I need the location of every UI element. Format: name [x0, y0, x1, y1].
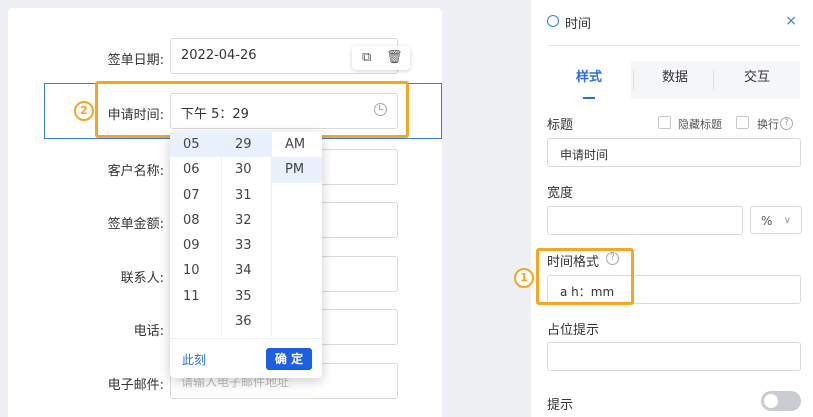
minute-column: 29 30 31 32 33 34 35 36	[221, 132, 271, 336]
help-icon[interactable]: ?	[780, 117, 793, 130]
component-toolbar: ⧉ 🗑	[352, 46, 410, 70]
hour-option[interactable]: 11	[170, 284, 221, 309]
contact-label: 联系人:	[120, 271, 164, 286]
minute-option[interactable]: 30	[222, 157, 271, 182]
now-button[interactable]: 此刻	[182, 351, 206, 368]
placeholder-label: 占位提示	[547, 323, 600, 338]
meridiem-option[interactable]: AM	[272, 132, 322, 157]
tab-divider	[713, 71, 714, 89]
tab-style[interactable]: 样式	[547, 61, 631, 99]
close-icon[interactable]: ×	[785, 13, 797, 29]
minute-option[interactable]: 34	[222, 258, 271, 283]
sign-date-value: 2022-04-26	[181, 48, 257, 63]
panel-tabs: 样式 数据 交互	[547, 61, 800, 99]
tab-data[interactable]: 数据	[633, 61, 717, 99]
clock-icon	[547, 15, 559, 27]
badge-two: 2	[74, 101, 94, 121]
minute-option[interactable]: 31	[222, 183, 271, 208]
title-label: 标题	[547, 118, 574, 133]
wrap-checkbox[interactable]	[736, 116, 749, 129]
title-input-value: 申请时间	[560, 148, 609, 162]
hide-title-label: 隐藏标题	[678, 118, 722, 131]
width-label: 宽度	[547, 186, 574, 201]
toggle-knob	[764, 394, 778, 408]
width-input[interactable]	[547, 206, 743, 235]
delete-icon[interactable]: 🗑	[386, 50, 403, 65]
chevron-down-icon: ∨	[783, 215, 791, 226]
hour-option[interactable]: 05	[170, 132, 221, 158]
minute-option[interactable]: 36	[222, 309, 271, 334]
badge-one: 1	[514, 268, 534, 288]
copy-icon[interactable]: ⧉	[362, 50, 371, 65]
placeholder-input[interactable]	[547, 342, 801, 371]
minute-option[interactable]: 29	[222, 132, 271, 158]
properties-panel: 时间 × 样式 数据 交互 标题 隐藏标题 换行 ? 申请时间 宽度 % ∨ 时…	[531, 0, 813, 417]
hour-option[interactable]: 07	[170, 183, 221, 208]
tab-interaction[interactable]: 交互	[715, 61, 799, 99]
hour-option[interactable]: 06	[170, 157, 221, 182]
minute-option[interactable]: 32	[222, 208, 271, 233]
hour-column: 05 06 07 08 09 10 11	[170, 132, 221, 336]
minute-option[interactable]: 33	[222, 233, 271, 258]
panel-title: 时间	[565, 17, 592, 32]
highlight-apply-time	[95, 81, 409, 138]
hour-option[interactable]: 10	[170, 258, 221, 283]
width-unit-select[interactable]: % ∨	[750, 206, 802, 234]
meridiem-option[interactable]: PM	[272, 157, 322, 183]
highlight-time-format	[536, 248, 634, 305]
title-input[interactable]: 申请时间	[547, 138, 801, 167]
time-picker-dropdown: 05 06 07 08 09 10 11 29 30 31 32 33 34 35 36 AM PM 此刻 …	[170, 132, 322, 378]
tip-toggle[interactable]	[761, 391, 801, 411]
customer-name-label: 客户名称:	[107, 164, 164, 179]
meridiem-column: AM PM	[271, 132, 322, 336]
tip-label: 提示	[547, 398, 574, 413]
hide-title-checkbox[interactable]	[658, 116, 671, 129]
minute-option[interactable]: 35	[222, 284, 271, 309]
wrap-label: 换行	[757, 118, 779, 131]
email-label: 电子邮件:	[107, 378, 164, 393]
sign-amount-label: 签单金额:	[107, 217, 164, 232]
hour-option[interactable]: 09	[170, 233, 221, 258]
width-unit-value: %	[761, 214, 773, 228]
sign-date-label: 签单日期:	[107, 53, 164, 68]
phone-label: 电话:	[133, 324, 164, 339]
confirm-button[interactable]: 确 定	[266, 348, 312, 370]
picker-footer: 此刻 确 定	[170, 338, 322, 378]
divider	[547, 45, 800, 46]
hour-option[interactable]: 08	[170, 208, 221, 233]
